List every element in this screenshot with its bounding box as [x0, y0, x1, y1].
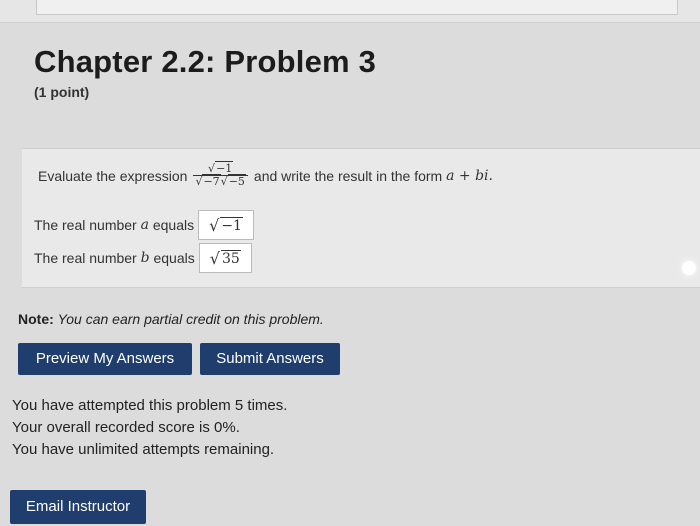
score-text: Your overall recorded score is 0%.	[12, 419, 240, 436]
top-panel	[36, 0, 678, 15]
attempt-status: You have attempted this problem 5 times.…	[12, 395, 287, 461]
email-instructor-button[interactable]: Email Instructor	[10, 490, 146, 524]
prompt-text-after: and write the result in the form	[253, 167, 443, 184]
preview-answers-button[interactable]: Preview My Answers	[18, 343, 192, 375]
page-title: Chapter 2.2: Problem 3	[34, 44, 377, 79]
answer-label-suffix: equals	[152, 217, 195, 233]
denominator-radicand-2: −5	[227, 174, 246, 188]
browser-top-bar	[0, 0, 700, 23]
numerator-radicand: −1	[215, 161, 234, 175]
submit-answers-button[interactable]: Submit Answers	[200, 343, 340, 375]
remaining-text: You have unlimited attempts remaining.	[12, 441, 275, 458]
answer-input-a[interactable]: √ −1	[198, 210, 254, 240]
problem-box: Evaluate the expression √−1 √−7√−5 and w…	[22, 148, 700, 288]
answer-row-b: The real number b equals √ 35	[34, 243, 252, 273]
result-form: a + bi.	[446, 167, 493, 184]
point-value: (1 point)	[34, 84, 90, 100]
answer-label-suffix: equals	[153, 250, 195, 266]
answer-b-radicand: 35	[220, 249, 241, 267]
expression-fraction: √−1 √−7√−5	[193, 161, 248, 188]
note-label: Note:	[18, 311, 54, 327]
answer-variable: b	[140, 250, 150, 266]
answer-label-prefix: The real number	[34, 250, 137, 266]
attempts-text: You have attempted this problem 5 times.	[12, 397, 288, 414]
fraction-denominator: √−7√−5	[193, 174, 248, 188]
radical-sign: √	[209, 248, 220, 268]
answer-input-b[interactable]: √ 35	[198, 243, 252, 273]
answer-row-a: The real number a equals √ −1	[34, 210, 254, 240]
status-indicator-icon	[682, 261, 696, 275]
prompt-text: Evaluate the expression	[38, 167, 188, 184]
denominator-radicand-1: −7	[202, 174, 221, 188]
radical-sign: √	[209, 215, 220, 235]
answer-variable: a	[140, 217, 149, 233]
answer-label-prefix: The real number	[34, 217, 137, 233]
problem-prompt: Evaluate the expression √−1 √−7√−5 and w…	[38, 161, 493, 188]
answer-a-radicand: −1	[220, 216, 243, 234]
partial-credit-note: Note: You can earn partial credit on thi…	[18, 311, 324, 327]
note-text: You can earn partial credit on this prob…	[57, 311, 324, 327]
